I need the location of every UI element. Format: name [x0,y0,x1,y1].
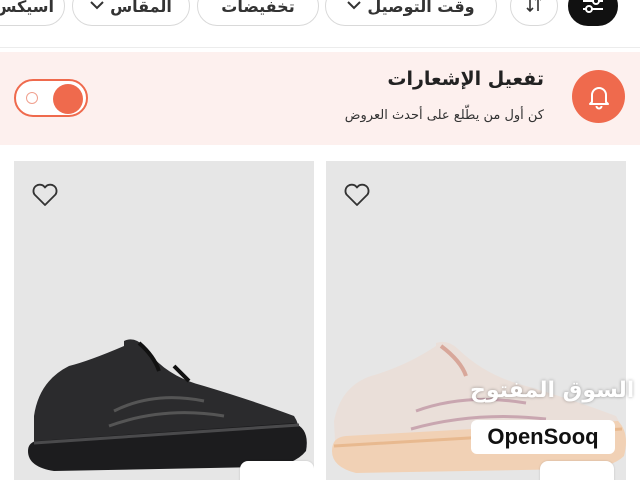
sort-button[interactable] [510,0,558,26]
notification-toggle[interactable] [14,79,88,117]
filter-bar: أسيكس المقاس تخفيضات وقت التوصيل [0,0,640,48]
filter-chip-brand[interactable]: أسيكس [0,0,65,26]
product-card[interactable] [14,161,314,480]
filter-chip-discounts-label: تخفيضات [221,0,295,16]
price-tag [240,461,314,480]
toggle-off-indicator [26,92,38,104]
product-image [28,339,307,471]
filter-chip-size[interactable]: المقاس [72,0,190,26]
filter-button[interactable] [568,0,618,26]
notification-banner [0,52,640,145]
bell-icon [572,70,625,123]
price-tag [540,461,614,480]
divider [0,47,640,48]
filter-sliders-icon [581,0,605,18]
chevron-down-icon [347,0,362,13]
watermark-logo: OpenSooq [471,420,615,454]
notification-subtitle: كن أول من يطّلع على أحدث العروض [344,108,544,123]
heart-icon[interactable] [342,179,372,209]
notification-title: تفعيل الإشعارات [387,68,544,90]
sort-arrows-icon [524,0,544,19]
filter-chip-brand-label: أسيكس [0,0,54,16]
toggle-knob [53,84,83,114]
filter-chip-size-label: المقاس [110,0,172,16]
chevron-down-icon [90,0,104,13]
heart-icon[interactable] [30,179,60,209]
filter-chip-delivery-time-label: وقت التوصيل [367,0,475,16]
watermark-arabic: السوق المفتوح [470,378,635,403]
filter-chip-delivery-time[interactable]: وقت التوصيل [325,0,497,26]
filter-chip-discounts[interactable]: تخفيضات [197,0,319,26]
